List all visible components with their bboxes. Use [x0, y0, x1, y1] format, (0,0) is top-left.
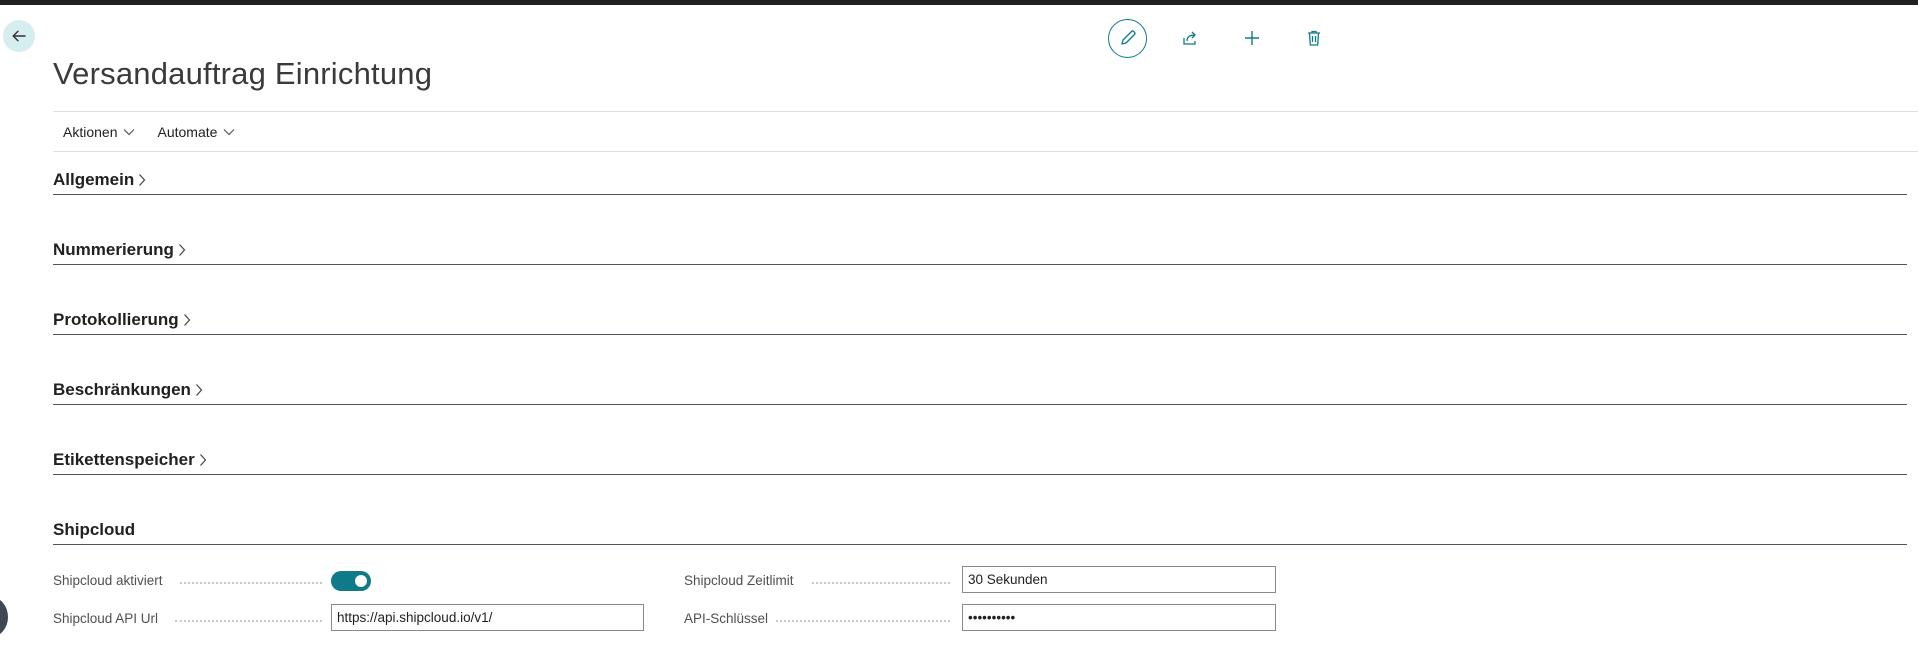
section-header[interactable]: Allgemein	[53, 170, 1907, 190]
section-title: Shipcloud	[53, 520, 136, 539]
side-panel-handle[interactable]	[0, 597, 8, 637]
edit-button[interactable]	[1108, 18, 1147, 58]
section-header[interactable]: Etikettenspeicher	[53, 450, 1907, 470]
divider	[53, 111, 1918, 112]
section-header[interactable]: Protokollierung	[53, 310, 1907, 330]
section-protokollierung: Protokollierung	[53, 306, 1907, 335]
shipcloud-activated-toggle[interactable]	[331, 571, 371, 591]
share-icon	[1183, 31, 1196, 45]
chevron-down-icon	[124, 129, 135, 136]
chevron-right-icon	[178, 244, 186, 256]
page-actions	[1108, 18, 1356, 58]
section-title: Allgemein	[53, 170, 135, 189]
section-title: Nummerierung	[53, 240, 174, 259]
pencil-icon	[1120, 30, 1136, 45]
chevron-right-icon	[139, 174, 146, 186]
action-menu: Aktionen Automate	[63, 124, 257, 140]
shipcloud-api-url-input[interactable]	[331, 604, 644, 631]
toggle-knob	[355, 575, 367, 587]
menu-automate[interactable]: Automate	[157, 124, 235, 140]
chevron-right-icon	[195, 384, 203, 396]
section-etikettenspeicher: Etikettenspeicher	[53, 446, 1907, 475]
menu-aktionen[interactable]: Aktionen	[63, 124, 135, 140]
top-bar	[0, 0, 1918, 5]
section-header[interactable]: Shipcloud	[53, 520, 1907, 540]
new-button[interactable]	[1232, 18, 1272, 58]
chevron-right-icon	[183, 314, 190, 326]
shipcloud-api-url-label: Shipcloud API Url	[53, 611, 159, 626]
dotted-leader	[776, 619, 950, 622]
section-title: Protokollierung	[53, 310, 179, 329]
arrow-left-icon	[12, 30, 26, 42]
plus-icon	[1245, 31, 1259, 45]
back-button[interactable]	[3, 20, 35, 52]
chevron-down-icon	[223, 129, 235, 136]
section-title: Etikettenspeicher	[53, 450, 195, 469]
shipcloud-activated-label: Shipcloud aktiviert	[53, 573, 163, 588]
section-title: Beschränkungen	[53, 380, 191, 399]
dotted-leader	[812, 581, 950, 584]
divider	[53, 151, 1918, 152]
section-allgemein: Allgemein	[53, 166, 1907, 195]
section-header[interactable]: Beschränkungen	[53, 380, 1907, 400]
section-shipcloud: Shipcloud	[53, 516, 1907, 545]
page-title: Versandauftrag Einrichtung	[53, 56, 433, 91]
shipcloud-timeout-label: Shipcloud Zeitlimit	[684, 573, 794, 588]
delete-button[interactable]	[1294, 18, 1334, 58]
section-beschraenkungen: Beschränkungen	[53, 376, 1907, 405]
shipcloud-timeout-input[interactable]	[962, 566, 1276, 593]
trash-icon	[1308, 30, 1320, 46]
api-key-label: API-Schlüssel	[684, 611, 769, 626]
api-key-input[interactable]	[962, 604, 1276, 631]
section-header[interactable]: Nummerierung	[53, 240, 1907, 260]
share-button[interactable]	[1170, 18, 1210, 58]
chevron-right-icon	[199, 454, 207, 466]
dotted-leader	[175, 619, 322, 622]
dotted-leader	[180, 581, 322, 584]
menu-item-label: Aktionen	[63, 124, 118, 140]
menu-item-label: Automate	[157, 124, 218, 140]
section-nummerierung: Nummerierung	[53, 236, 1907, 265]
